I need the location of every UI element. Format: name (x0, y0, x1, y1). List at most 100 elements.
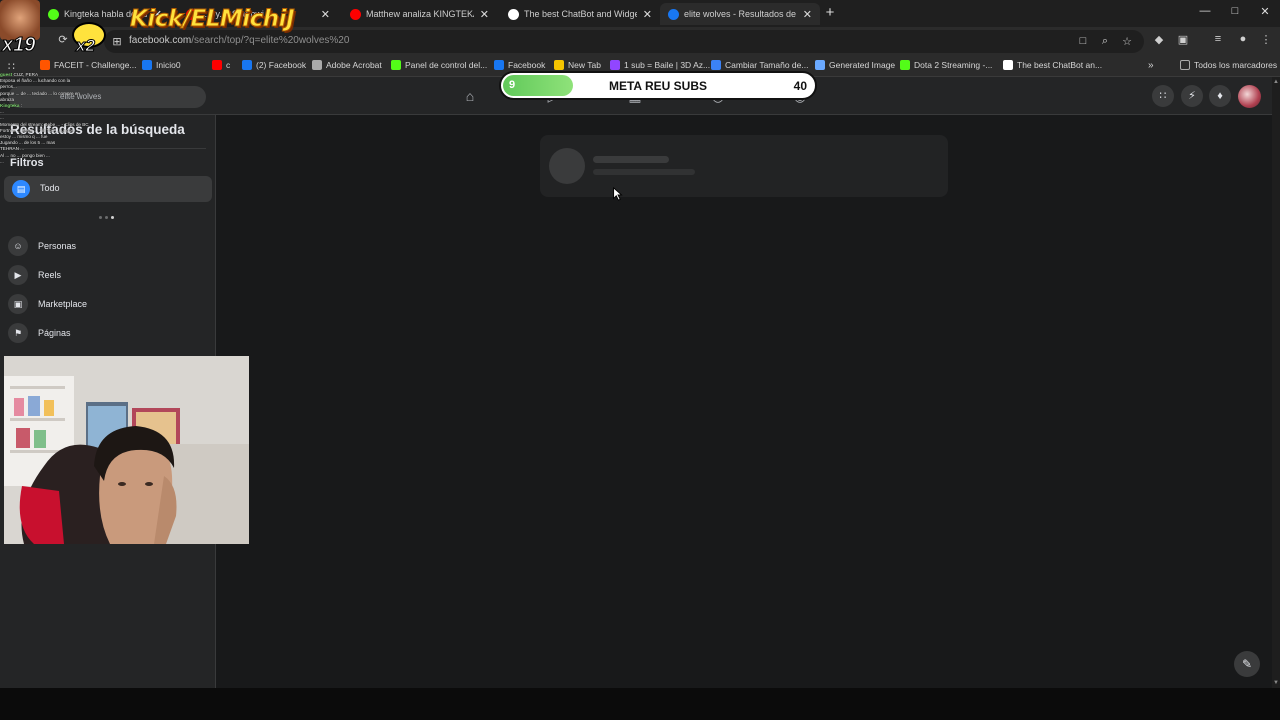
minimize-button[interactable]: — (1197, 5, 1213, 17)
page-scrollbar[interactable]: ▲ ▼ (1272, 77, 1280, 688)
close-tab-icon[interactable]: ✕ (321, 8, 330, 21)
filter-item[interactable]: ▣ Marketplace (8, 293, 87, 315)
webcam-feed (4, 356, 249, 544)
bookmark-label: Cambiar Tamaño de... (725, 60, 809, 70)
filter-item[interactable]: ⚑ Páginas (8, 322, 71, 344)
filter-item-label: Marketplace (38, 299, 88, 309)
loading-skeleton-card (540, 135, 948, 197)
chat-text: abraza (0, 96, 15, 102)
search-results-main: ✎ (216, 115, 1272, 688)
bookmark-item[interactable]: FACEIT - Challenge... (40, 60, 137, 70)
bookmark-item[interactable]: c (212, 60, 230, 70)
install-app-icon[interactable]: □ (1076, 35, 1090, 47)
site-info-icon[interactable]: ⊞ (110, 35, 124, 48)
chat-text: Esposa el ñaño ... luchando con la (0, 78, 71, 84)
reload-icon[interactable]: ⟳ (56, 33, 70, 46)
filter-item[interactable]: ☺ Personas (8, 235, 76, 257)
kick-icon (900, 60, 910, 70)
more-bookmarks-icon[interactable]: » (1148, 60, 1154, 71)
browser-tab[interactable]: elite wolves - Resultados de bús ✕ (660, 3, 820, 25)
all-bookmarks[interactable]: Todos los marcadores (1180, 60, 1277, 70)
bookmark-label: (2) Facebook (256, 60, 307, 70)
browser-tab-title: elite wolves - Resultados de bús (684, 9, 797, 19)
streamelements-icon (508, 8, 519, 20)
bookmark-item[interactable]: 1 sub = Baile | 3D Az... (610, 60, 710, 70)
bookmark-item[interactable]: Inicio0 (142, 60, 181, 70)
acrobat-icon (312, 60, 322, 70)
url-path: /search/top/?q=elite%20wolves%20 (191, 35, 350, 46)
notifications-bell-icon[interactable]: ♦ (1209, 85, 1231, 107)
facebook-icon (142, 60, 152, 70)
filter-item-label: Reels (38, 270, 62, 280)
youtube-icon (350, 8, 361, 20)
streamelements-icon (1003, 60, 1013, 70)
home-icon[interactable]: ⌂ (461, 87, 479, 105)
facebook-icon (242, 60, 252, 70)
chat-text: Jugando ... de los 5 ... mas (0, 140, 56, 146)
loading-dots (99, 216, 114, 219)
url-host: facebook.com (129, 35, 192, 46)
kick-icon (48, 8, 59, 20)
bookmark-label: c (226, 60, 231, 70)
zoom-icon[interactable]: ⌕ (1098, 35, 1112, 48)
maximize-button[interactable]: □ (1227, 5, 1243, 17)
kick-icon (391, 60, 401, 70)
chat-text: ... (0, 109, 4, 115)
chat-text: : (20, 103, 22, 109)
chat-text: Fortnite ... juego ... Tik Tok ... juego… (0, 127, 74, 133)
all-bookmarks-label: Todos los marcadores (1194, 60, 1278, 70)
scroll-down-icon[interactable]: ▼ (1273, 680, 1279, 686)
messenger-icon[interactable]: ⚡ (1181, 85, 1203, 107)
sub-goal-label: META REU SUBS (608, 79, 707, 93)
chat-text: porque ... de ... teclado ... lo compre … (0, 90, 80, 96)
compose-message-button[interactable]: ✎ (1234, 651, 1260, 677)
bookmark-item[interactable]: (2) Facebook (242, 60, 306, 70)
bookmark-item[interactable]: The best ChatBot an... (1003, 60, 1102, 70)
browser-tab[interactable]: Matthew analiza KINGTEKA ✕ (342, 3, 497, 25)
bookmark-item[interactable]: Cambiar Tamaño de... (711, 60, 808, 70)
bookmark-item[interactable]: Dota 2 Streaming -... (900, 60, 992, 70)
new-tab-button[interactable]: + (822, 4, 838, 22)
chat-text: CUZ, PERA (13, 72, 39, 77)
url-field[interactable]: ⊞ facebook.com/search/top/?q=elite%20wol… (104, 30, 1144, 53)
profile-icon[interactable]: ● (1236, 33, 1250, 45)
filter-item-label: Páginas (38, 328, 71, 338)
profile-avatar[interactable] (1238, 85, 1261, 108)
tab-search-icon[interactable]: ≡ (1211, 33, 1225, 45)
chat-text: estoy ... mismo q ... fue (0, 134, 48, 140)
chat-username: Kingteka (0, 103, 20, 109)
bookmark-star-icon[interactable]: ☆ (1120, 35, 1134, 48)
browser-tab[interactable]: The best ChatBot and Widgets f ✕ (500, 3, 660, 25)
bookmark-item[interactable]: Generated Image (815, 60, 895, 70)
extensions-puzzle-icon[interactable]: ▣ (1176, 33, 1190, 46)
close-tab-icon[interactable]: ✕ (480, 8, 489, 21)
bookmark-item[interactable]: Facebook (494, 60, 545, 70)
people-icon: ☺ (8, 236, 28, 256)
extension-icon[interactable]: ◆ (1152, 33, 1166, 46)
bookmark-label: New Tab (568, 60, 601, 70)
bookmark-label: Panel de control del... (405, 60, 488, 70)
bookmark-label: Generated Image (829, 60, 896, 70)
chat-username: guest (0, 72, 13, 77)
emote-combo-counter: x2 (76, 36, 96, 56)
browser-tab-title: Matthew analiza KINGTEKA (366, 9, 474, 19)
chat-text: perros... (0, 84, 17, 90)
bookmark-item[interactable]: New Tab (554, 60, 601, 70)
filter-item[interactable]: ▶ Reels (8, 264, 61, 286)
facebook-icon (668, 8, 679, 20)
kick-channel-logo: Kick/ELMichiJ (129, 6, 295, 33)
url-text: facebook.com/search/top/?q=elite%20wolve… (129, 35, 349, 46)
bookmark-item[interactable]: Adobe Acrobat (312, 60, 382, 70)
close-tab-icon[interactable]: ✕ (643, 8, 652, 21)
close-tab-icon[interactable]: ✕ (803, 8, 812, 21)
chat-text: Momento del stream: Bebe ... - Clips de … (0, 121, 89, 127)
stream-chat-overlay: guest CUZ, PERA Esposa el ñaño ... luchan… (0, 72, 130, 198)
reels-icon: ▶ (8, 265, 28, 285)
menu-grid-icon[interactable]: ∷ (1152, 85, 1174, 107)
youtube-icon (212, 60, 222, 70)
close-window-button[interactable]: ✕ (1257, 5, 1273, 18)
bookmark-item[interactable]: Panel de control del... (391, 60, 487, 70)
menu-kebab-icon[interactable]: ⋮ (1259, 33, 1273, 46)
scroll-up-icon[interactable]: ▲ (1273, 79, 1279, 85)
pages-icon: ⚑ (8, 323, 28, 343)
